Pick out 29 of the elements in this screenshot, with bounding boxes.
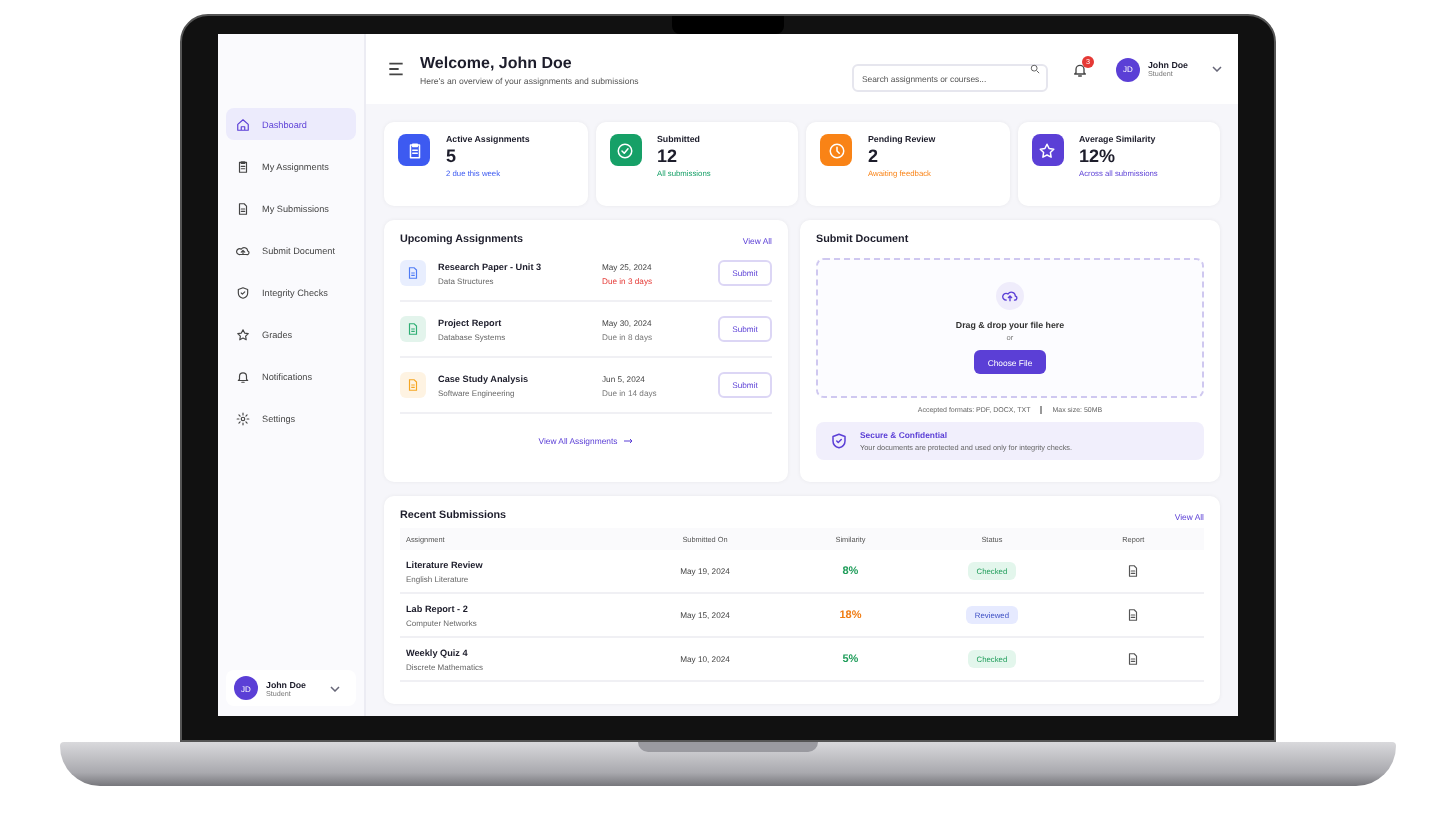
stat-value: 5 [446, 146, 459, 166]
menu-icon[interactable] [388, 62, 404, 76]
arrow-right-icon [623, 438, 634, 444]
shield-icon [830, 432, 848, 450]
upload-icon [996, 282, 1024, 310]
star-icon [1038, 141, 1056, 159]
report-icon [1126, 608, 1141, 622]
stat-value: 12 [657, 146, 680, 166]
search-icon [1029, 64, 1040, 74]
nav-icon [236, 285, 250, 299]
page-title: Welcome, John Doe [420, 53, 574, 71]
chevron-icon [330, 685, 341, 691]
report-icon [1126, 564, 1141, 578]
clock-icon [827, 141, 845, 159]
nav-icon [236, 369, 250, 383]
report-icon [1126, 652, 1141, 666]
nav-icon [236, 201, 250, 215]
nav-icon [236, 411, 250, 425]
nav-icon [236, 117, 250, 131]
bell-icon [1071, 61, 1088, 77]
nav-icon [236, 327, 250, 341]
camera-notch [672, 16, 784, 34]
stat-value: 12% [1079, 146, 1118, 166]
clip-icon [405, 141, 423, 159]
check-icon [616, 141, 634, 159]
stat-value: 2 [868, 146, 881, 166]
chevron-icon [1212, 66, 1222, 72]
nav-icon [236, 243, 250, 257]
nav-icon [236, 159, 250, 173]
